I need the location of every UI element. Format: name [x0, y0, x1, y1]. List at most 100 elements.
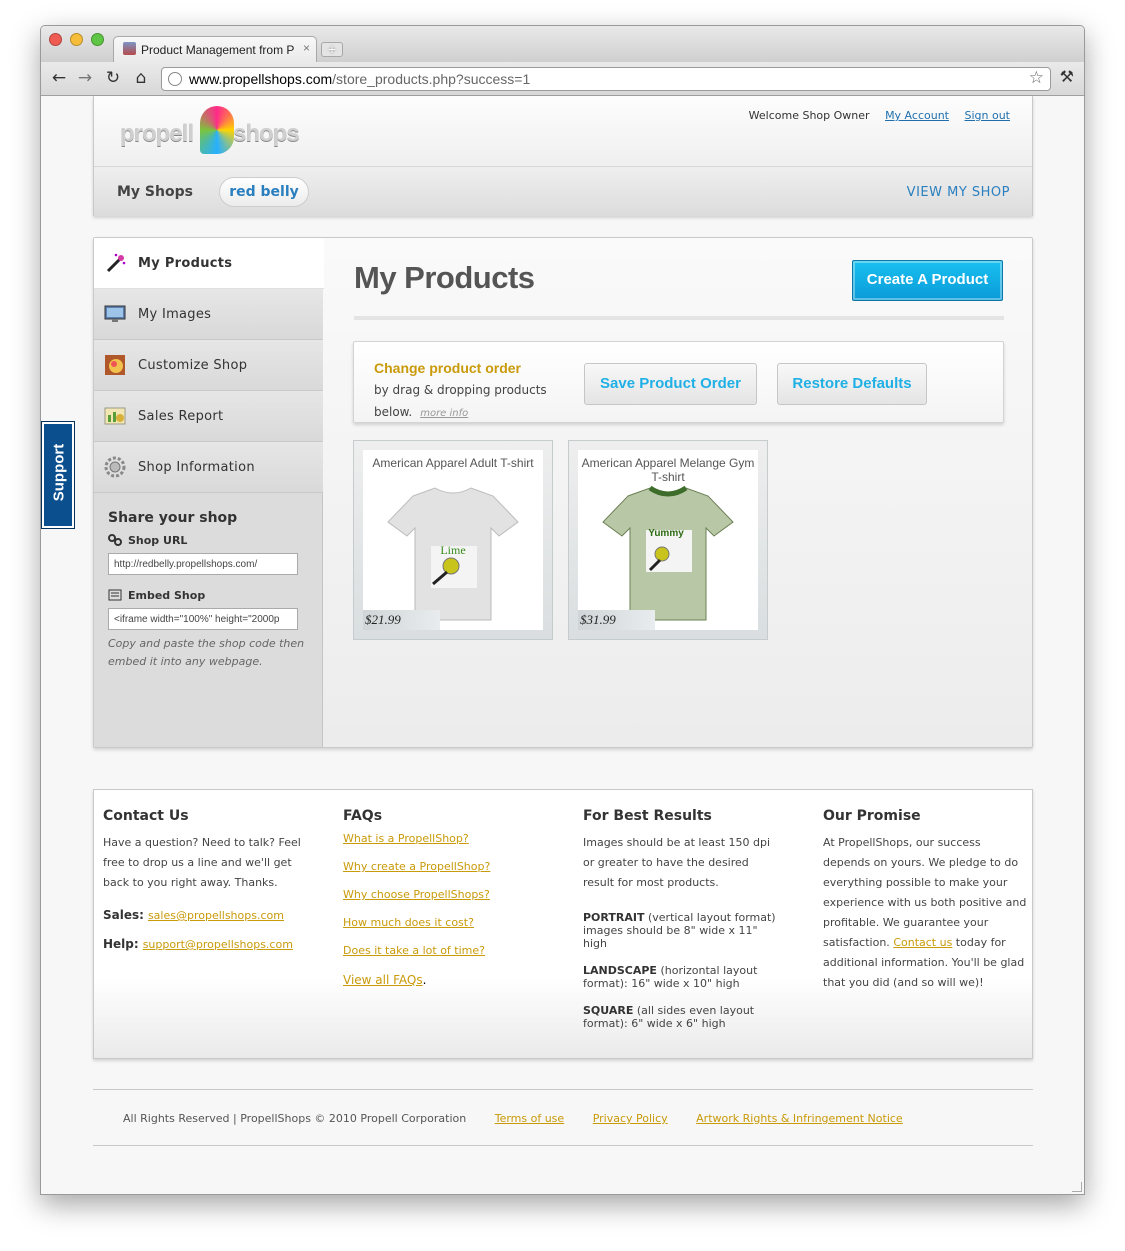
- back-arrow-icon[interactable]: ←: [49, 67, 69, 89]
- embed-code-icon: [108, 589, 122, 601]
- title-divider: [354, 316, 1004, 320]
- artwork-rights-link[interactable]: Artwork Rights & Infringement Notice: [696, 1112, 903, 1125]
- sidebar-item-label: Sales Report: [138, 409, 224, 424]
- promise-text: At PropellShops, our success depends on …: [823, 836, 1027, 989]
- contact-title: Contact Us: [103, 808, 189, 824]
- resize-grip-icon[interactable]: [1072, 1182, 1082, 1192]
- sidebar-item-my-products[interactable]: My Products: [94, 238, 324, 289]
- zoom-window-button[interactable]: [91, 33, 104, 46]
- site-header: propell shops Welcome Shop Owner My Acco…: [93, 96, 1033, 216]
- sidebar-item-sales-report[interactable]: Sales Report: [94, 391, 323, 442]
- portrait-info: PORTRAIT (vertical layout format) images…: [583, 911, 776, 950]
- page-viewport: propell shops Welcome Shop Owner My Acco…: [41, 96, 1084, 1194]
- forward-arrow-icon[interactable]: →: [75, 67, 95, 89]
- share-note: Copy and paste the shop code then embed …: [108, 637, 305, 668]
- sign-out-link[interactable]: Sign out: [964, 109, 1010, 122]
- product-card[interactable]: American Apparel Adult T-shirt Lime $21.…: [353, 440, 553, 640]
- best-results-intro: Images should be at least 150 dpi or gre…: [583, 836, 771, 889]
- view-all-faqs-line: View all FAQs.: [343, 973, 427, 987]
- propellshops-logo[interactable]: propell shops: [120, 106, 310, 156]
- square-info: SQUARE (all sides even layout format): 6…: [583, 1004, 755, 1030]
- link-chain-icon: [108, 534, 122, 546]
- share-shop-section: Share your shop Shop URL Embed Shop Copy…: [108, 510, 308, 671]
- faq-link[interactable]: How much does it cost?: [343, 909, 553, 937]
- sidebar-item-my-images[interactable]: My Images: [94, 289, 323, 340]
- restore-defaults-button[interactable]: Restore Defaults: [777, 363, 927, 405]
- contact-us-link[interactable]: Contact us: [893, 936, 952, 949]
- share-title: Share your shop: [108, 510, 238, 526]
- home-icon[interactable]: ⌂: [131, 67, 151, 89]
- logo-text-right: shops: [233, 120, 300, 147]
- globe-icon: [168, 72, 182, 86]
- url-path: /store_products.php?success=1: [332, 71, 531, 87]
- my-account-link[interactable]: My Account: [885, 109, 949, 122]
- product-price: $31.99: [578, 610, 655, 630]
- copyright-text: All Rights Reserved | PropellShops © 201…: [123, 1112, 467, 1125]
- sales-email-link[interactable]: sales@propellshops.com: [148, 909, 284, 922]
- sidebar-item-customize-shop[interactable]: Customize Shop: [94, 340, 323, 391]
- faq-link[interactable]: What is a PropellShop?: [343, 825, 553, 853]
- product-name: American Apparel Melange Gym T-shirt: [581, 456, 755, 484]
- product-order-box: Change product order by drag & dropping …: [353, 341, 1004, 423]
- sidebar-item-label: Shop Information: [138, 460, 255, 475]
- faq-link[interactable]: Does it take a lot of time?: [343, 937, 553, 965]
- divider: [93, 1145, 1033, 1146]
- browser-window: Product Management from P × + ← → ↻ ⌂ ww…: [40, 25, 1085, 1195]
- shirt-print-text: Lime: [440, 543, 465, 557]
- favicon-icon: [123, 42, 136, 55]
- chart-money-icon: [104, 407, 126, 425]
- sales-line: Sales: sales@propellshops.com: [103, 908, 284, 922]
- copyright-bar: All Rights Reserved | PropellShops © 201…: [123, 1112, 903, 1125]
- shop-url-label: Shop URL: [108, 534, 308, 547]
- faq-link[interactable]: Why create a PropellShop?: [343, 853, 553, 881]
- faq-link[interactable]: Why choose PropellShops?: [343, 881, 553, 909]
- page-title: My Products: [354, 260, 535, 295]
- terms-of-use-link[interactable]: Terms of use: [495, 1112, 564, 1125]
- logo-text-left: propell: [120, 120, 194, 147]
- shop-selector[interactable]: red belly: [219, 177, 309, 207]
- welcome-text: Welcome Shop Owner: [748, 109, 870, 122]
- welcome-bar: Welcome Shop Owner My Account Sign out: [749, 109, 1010, 122]
- close-window-button[interactable]: [49, 33, 62, 46]
- bookmark-star-icon[interactable]: ☆: [1029, 68, 1044, 88]
- help-email-link[interactable]: support@propellshops.com: [143, 938, 293, 951]
- product-card[interactable]: American Apparel Melange Gym T-shirt Yum…: [568, 440, 768, 640]
- tshirt-image[interactable]: Yummy: [598, 484, 738, 624]
- gear-icon: [104, 456, 126, 478]
- monitor-icon: [104, 305, 126, 322]
- browser-toolbar: ← → ↻ ⌂ www.propellshops.com/store_produ…: [41, 62, 1084, 96]
- browser-titlebar: Product Management from P × +: [41, 26, 1084, 62]
- url-host: www.propellshops.com: [189, 71, 333, 87]
- sidebar-item-label: Customize Shop: [138, 358, 248, 373]
- order-instructions: by drag & dropping products below. more i…: [374, 383, 547, 419]
- main-panel: My Products My Images Customize Shop Sal…: [93, 237, 1033, 748]
- shop-url-input[interactable]: [108, 553, 298, 575]
- create-product-button[interactable]: Create A Product: [852, 260, 1003, 301]
- faqs-column: FAQs What is a PropellShop? Why create a…: [343, 808, 553, 995]
- tab-close-icon[interactable]: ×: [303, 41, 310, 55]
- privacy-policy-link[interactable]: Privacy Policy: [593, 1112, 668, 1125]
- wrench-icon[interactable]: ⚒: [1060, 67, 1074, 86]
- contact-us-column: Contact Us Have a question? Need to talk…: [103, 808, 313, 951]
- magic-wand-icon: [106, 253, 126, 273]
- reload-icon[interactable]: ↻: [103, 67, 123, 89]
- sidebar-item-shop-information[interactable]: Shop Information: [94, 442, 323, 493]
- embed-code-input[interactable]: [108, 608, 298, 630]
- divider: [93, 1089, 1033, 1090]
- address-bar[interactable]: www.propellshops.com/store_products.php?…: [161, 67, 1051, 91]
- contact-text: Have a question? Need to talk? Feel free…: [103, 836, 301, 889]
- view-all-faqs-link[interactable]: View all FAQs: [343, 973, 423, 987]
- more-info-link[interactable]: more info: [420, 408, 468, 419]
- tshirt-image[interactable]: Lime: [383, 484, 523, 624]
- save-product-order-button[interactable]: Save Product Order: [584, 363, 757, 405]
- product-card-inner: American Apparel Melange Gym T-shirt Yum…: [578, 450, 758, 630]
- minimize-window-button[interactable]: [70, 33, 83, 46]
- my-shops-label[interactable]: My Shops: [117, 184, 193, 200]
- browser-tab[interactable]: Product Management from P ×: [113, 36, 317, 62]
- view-my-shop-link[interactable]: VIEW MY SHOP: [907, 185, 1010, 200]
- new-tab-button[interactable]: +: [321, 42, 343, 57]
- support-tab[interactable]: Support: [41, 421, 75, 529]
- palette-icon: [105, 355, 125, 375]
- sidebar: My Products My Images Customize Shop Sal…: [94, 238, 324, 747]
- order-title: Change product order: [374, 360, 522, 376]
